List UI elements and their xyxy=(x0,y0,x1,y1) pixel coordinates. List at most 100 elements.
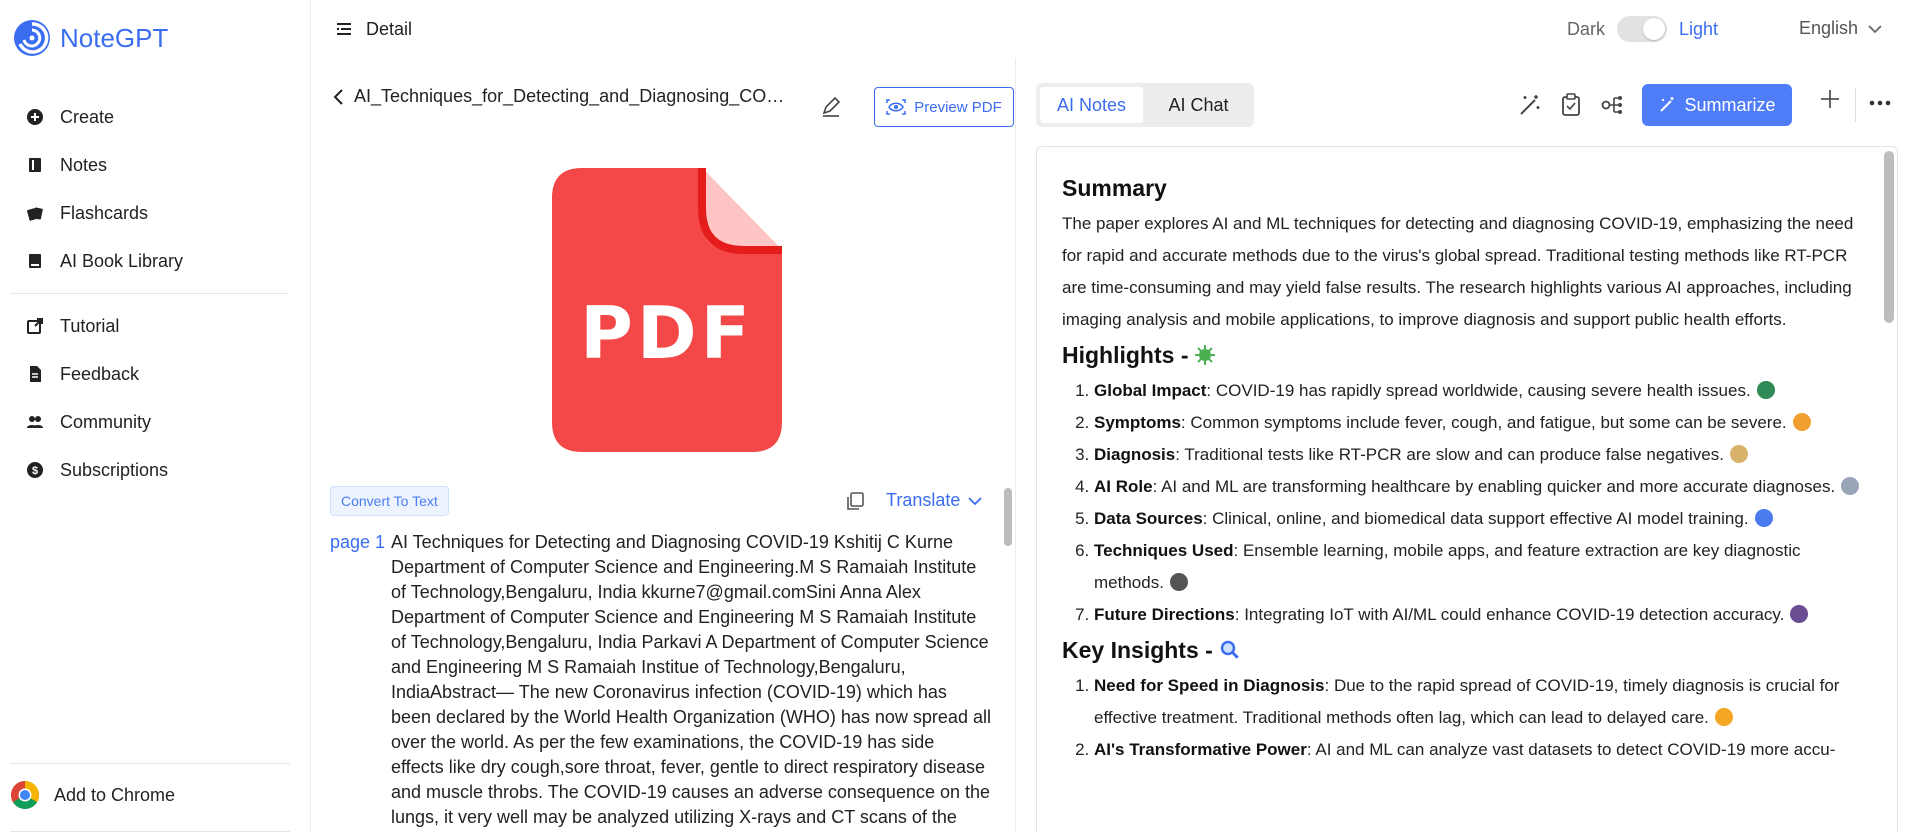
preview-pdf-button[interactable]: Preview PDF xyxy=(874,87,1014,127)
chevron-down-icon xyxy=(1868,24,1882,33)
translate-dropdown[interactable]: Translate xyxy=(886,490,983,511)
list-item-text: : COVID-19 has rapidly spread worldwide,… xyxy=(1206,381,1751,400)
emoji-icon xyxy=(1841,477,1860,495)
notes-tabs: AI Notes AI Chat xyxy=(1036,83,1254,127)
list-item-term: Global Impact xyxy=(1094,381,1207,400)
tab-ai-chat[interactable]: AI Chat xyxy=(1147,87,1250,123)
notebook-icon xyxy=(29,158,41,172)
sidebar-item-label: Community xyxy=(60,411,152,432)
emoji-icon xyxy=(1754,509,1773,527)
emoji-icon xyxy=(1790,605,1809,623)
magic-wand-icon[interactable] xyxy=(1517,92,1543,118)
emoji-icon xyxy=(1169,573,1188,591)
emoji-icon xyxy=(1756,381,1775,399)
notes-content-box: Summary The paper explores AI and ML tec… xyxy=(1036,146,1898,832)
document-scrollbar[interactable] xyxy=(1004,488,1012,546)
language-select[interactable]: English xyxy=(1799,18,1882,39)
page-number-link[interactable]: page 1 xyxy=(330,532,385,553)
theme-light-label[interactable]: Light xyxy=(1679,19,1718,40)
summarize-label: Summarize xyxy=(1684,94,1776,115)
topbar: Detail Dark Light English xyxy=(312,0,1908,58)
summary-heading: Summary xyxy=(1062,175,1167,201)
theme-dark-label[interactable]: Dark xyxy=(1567,19,1605,40)
summary-text: The paper explores AI and ML techniques … xyxy=(1062,214,1854,329)
sidebar-item-tutorial[interactable]: Tutorial xyxy=(0,302,311,350)
sidebar-item-label: Feedback xyxy=(60,363,140,384)
sidebar-item-ai-book-library[interactable]: AI Book Library xyxy=(0,237,311,285)
magnifier-emoji-icon xyxy=(1220,640,1240,661)
highlights-list: Global Impact: COVID-19 has rapidly spre… xyxy=(1094,375,1870,631)
list-item: AI's Transformative Power: AI and ML can… xyxy=(1094,734,1870,766)
document-pane: AI_Techniques_for_Detecting_and_Diagnosi… xyxy=(312,58,1016,832)
list-item: Techniques Used: Ensemble learning, mobi… xyxy=(1094,535,1870,599)
sidebar-item-feedback[interactable]: Feedback xyxy=(0,350,311,398)
sidebar-item-label: Subscriptions xyxy=(60,459,169,480)
tab-ai-notes[interactable]: AI Notes xyxy=(1040,87,1143,123)
menu-icon[interactable] xyxy=(336,21,352,37)
page-title: Detail xyxy=(366,18,413,39)
sidebar-item-label: Flashcards xyxy=(60,202,149,223)
summarize-button[interactable]: Summarize xyxy=(1642,84,1792,126)
insights-title: Key Insights - xyxy=(1062,637,1213,663)
highlights-heading: Highlights - xyxy=(1062,342,1870,369)
notegpt-logo-icon xyxy=(14,20,50,56)
list-item-text: : Clinical, online, and biomedical data … xyxy=(1202,509,1749,528)
emoji-icon xyxy=(1714,708,1733,726)
list-item-text: : Common symptoms include fever, cough, … xyxy=(1180,413,1787,432)
toggle-knob xyxy=(1642,18,1665,40)
chrome-icon xyxy=(11,781,39,809)
sidebar-item-label: Notes xyxy=(60,154,108,175)
sidebar-nav: Create Notes Flashcards AI Book Library … xyxy=(0,93,311,494)
brand-name: NoteGPT xyxy=(60,22,169,53)
sidebar-item-community[interactable]: Community xyxy=(0,398,311,446)
list-item-term: AI Role xyxy=(1094,477,1153,496)
sidebar-item-notes[interactable]: Notes xyxy=(0,141,311,189)
sidebar-item-label: Create xyxy=(60,106,115,127)
dollar-circle-icon: $ xyxy=(27,462,43,478)
magic-pen-icon xyxy=(1660,97,1674,112)
people-icon xyxy=(27,416,43,428)
document-name: AI_Techniques_for_Detecting_and_Diagnosi… xyxy=(354,86,794,106)
list-item: AI Role: AI and ML are transforming heal… xyxy=(1094,471,1870,503)
notes-content: Summary The paper explores AI and ML tec… xyxy=(1062,175,1870,766)
page-text: AI Techniques for Detecting and Diagnosi… xyxy=(391,532,991,827)
language-label: English xyxy=(1798,18,1858,38)
plus-circle-icon xyxy=(27,109,43,125)
brand[interactable]: NoteGPT xyxy=(12,18,168,58)
clipboard-icon[interactable] xyxy=(1558,92,1584,118)
document-icon xyxy=(30,366,41,382)
list-item-term: Future Directions xyxy=(1094,605,1235,624)
mindmap-icon[interactable] xyxy=(1600,92,1626,118)
theme-switch: Dark Light xyxy=(1567,16,1718,42)
theme-toggle[interactable] xyxy=(1616,16,1667,42)
translate-label: Translate xyxy=(886,490,961,510)
list-item-term: Techniques Used xyxy=(1094,541,1234,560)
toolbar-divider xyxy=(1855,88,1856,122)
notes-pane: AI Notes AI Chat Summarize Summary The p… xyxy=(1017,58,1908,832)
copy-icon[interactable] xyxy=(844,490,866,512)
edit-pen-icon[interactable] xyxy=(820,96,842,118)
notes-scrollbar[interactable] xyxy=(1884,151,1894,323)
highlights-title: Highlights - xyxy=(1062,342,1189,368)
convert-to-text-button[interactable]: Convert To Text xyxy=(330,486,449,516)
more-icon[interactable] xyxy=(1869,96,1891,110)
emoji-icon xyxy=(1729,445,1748,463)
list-item: Diagnosis: Traditional tests like RT-PCR… xyxy=(1094,439,1870,471)
list-item: Need for Speed in Diagnosis: Due to the … xyxy=(1094,670,1870,734)
virus-emoji-icon xyxy=(1195,345,1216,365)
sidebar-item-subscriptions[interactable]: $ Subscriptions xyxy=(0,446,311,494)
list-item: Global Impact: COVID-19 has rapidly spre… xyxy=(1094,375,1870,407)
sidebar-item-flashcards[interactable]: Flashcards xyxy=(0,189,311,237)
add-to-chrome-label: Add to Chrome xyxy=(54,784,176,805)
sidebar-item-create[interactable]: Create xyxy=(0,93,311,141)
preview-pdf-label: Preview PDF xyxy=(914,98,1002,116)
back-arrow-icon[interactable] xyxy=(332,88,346,106)
list-item-term: Diagnosis xyxy=(1094,445,1176,464)
cards-icon xyxy=(27,207,43,221)
list-item-term: AI's Transformative Power xyxy=(1094,740,1307,759)
add-icon[interactable] xyxy=(1817,86,1843,112)
add-to-chrome-button[interactable]: Add to Chrome xyxy=(10,763,290,822)
list-item-text: : AI and ML can analyze vast datasets to… xyxy=(1306,740,1836,759)
sidebar: NoteGPT Create Notes Flashcards AI Book … xyxy=(0,0,311,832)
sidebar-divider xyxy=(10,293,289,294)
